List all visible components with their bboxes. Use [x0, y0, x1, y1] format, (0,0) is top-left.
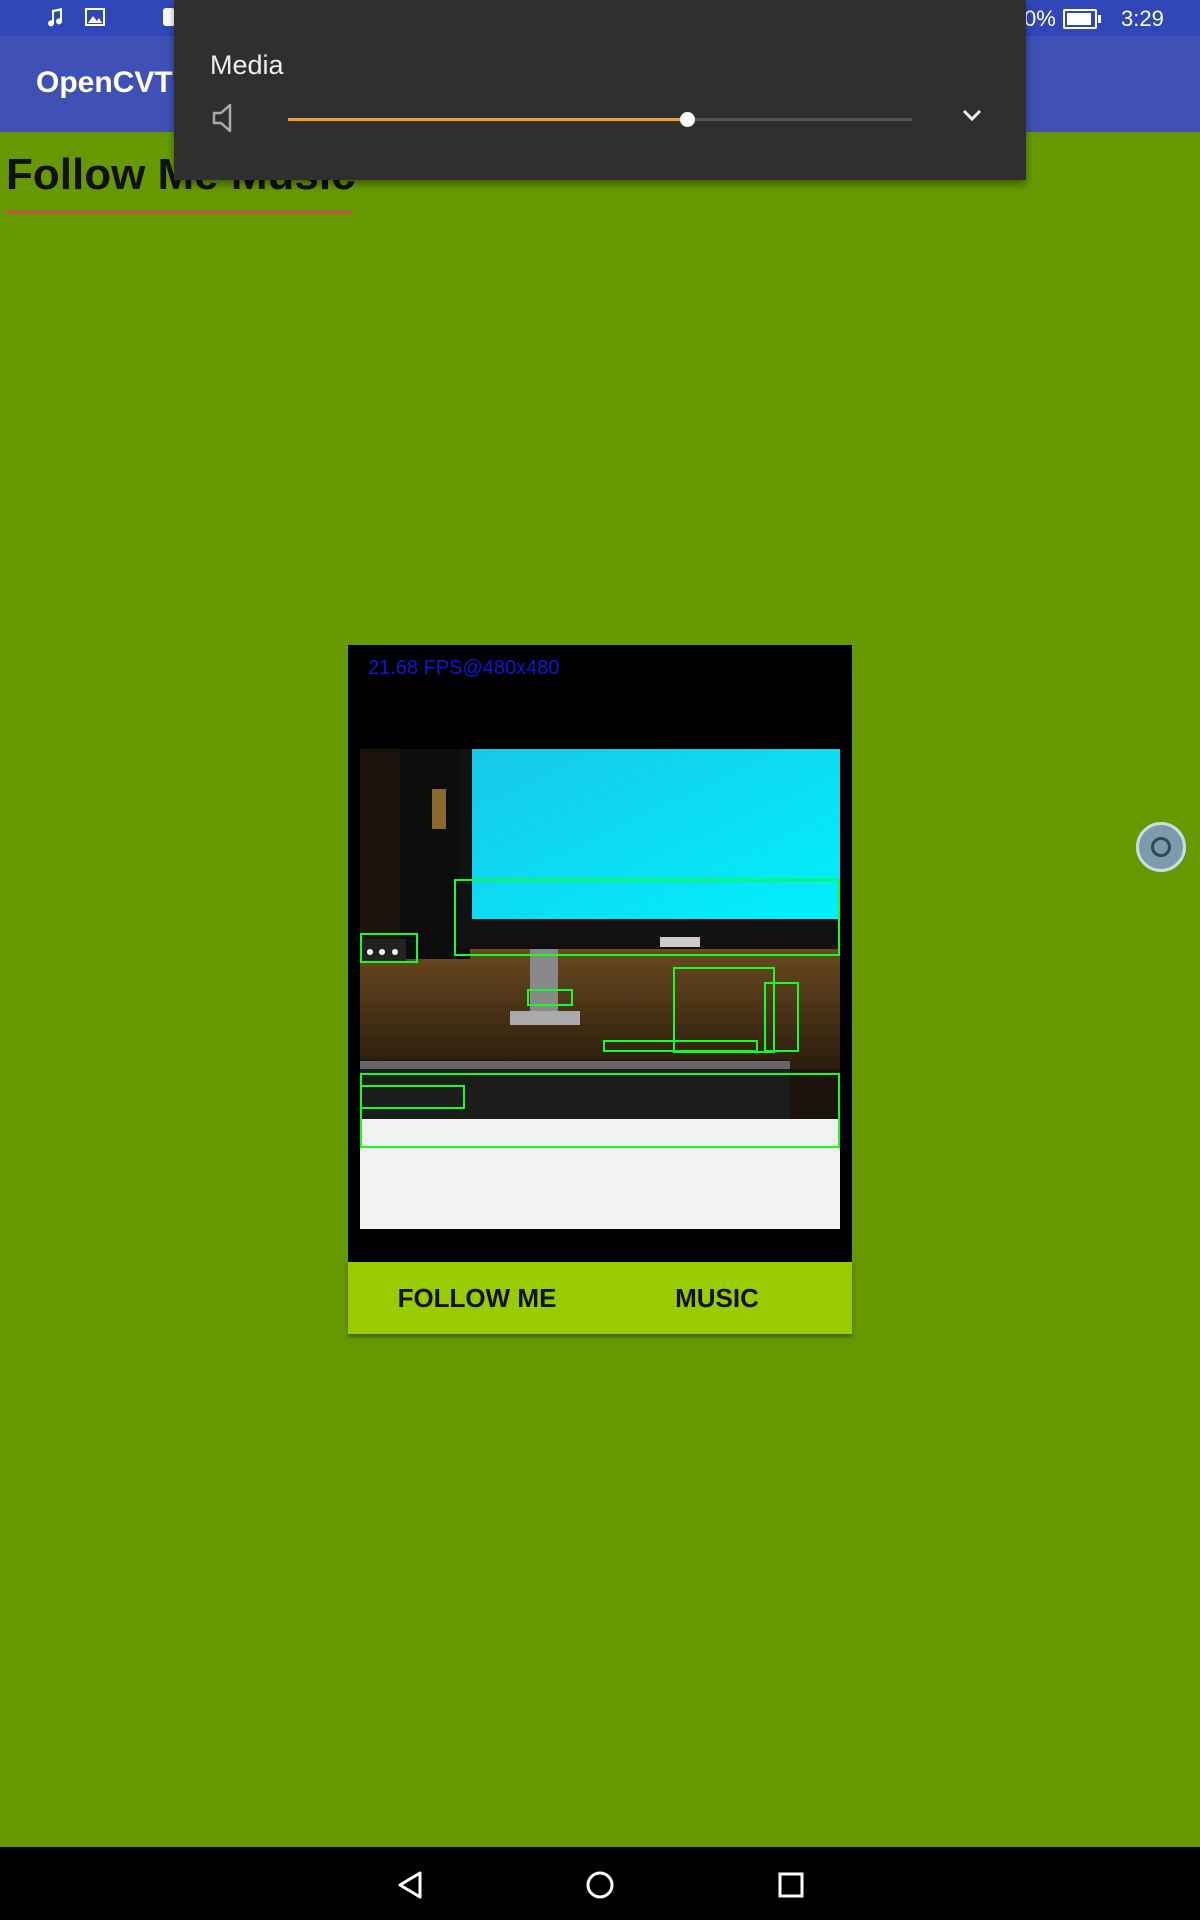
battery-percentage: 0% [1024, 6, 1056, 31]
volume-label: Media [210, 50, 284, 80]
music-button[interactable]: MUSIC [594, 1262, 840, 1334]
detection-box [527, 989, 573, 1006]
volume-slider-thumb[interactable] [680, 112, 696, 127]
recents-icon[interactable] [771, 1865, 811, 1905]
home-icon[interactable] [580, 1865, 620, 1905]
back-icon[interactable] [390, 1865, 430, 1905]
image-icon [85, 8, 105, 26]
heading-underline [6, 211, 352, 214]
music-note-icon [48, 8, 63, 27]
navigation-bar [0, 1847, 1200, 1920]
speaker-icon[interactable] [210, 100, 246, 136]
detection-box [360, 933, 418, 963]
button-bar: FOLLOW ME MUSIC [348, 1262, 852, 1334]
volume-slider[interactable] [288, 112, 912, 127]
volume-slider-fill [288, 118, 688, 121]
chevron-down-icon[interactable] [954, 100, 990, 130]
follow-me-button[interactable]: FOLLOW ME [348, 1262, 606, 1334]
detection-box [764, 982, 799, 1052]
floating-bubble-icon[interactable] [1136, 822, 1186, 872]
volume-panel: Media [174, 0, 1026, 180]
detection-box [603, 1040, 758, 1052]
camera-image [360, 749, 840, 1229]
camera-preview: 21.68 FPS@480x480 [348, 645, 852, 1262]
detection-box [454, 879, 840, 956]
detection-box [360, 1085, 465, 1109]
app-title: OpenCVTE [36, 66, 193, 99]
clock: 3:29 [1121, 6, 1164, 31]
battery-icon [1063, 9, 1101, 29]
fps-readout: 21.68 FPS@480x480 [368, 657, 560, 679]
